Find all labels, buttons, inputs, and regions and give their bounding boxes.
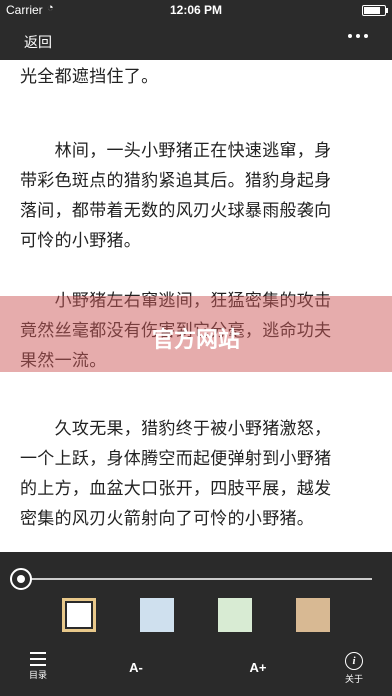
progress-slider[interactable] xyxy=(10,568,372,590)
battery-icon xyxy=(362,5,388,16)
watermark-text: 官方网站 xyxy=(151,328,240,353)
about-button[interactable]: i 关于 xyxy=(324,650,384,685)
paragraph: 多人合树高耸入云，枝繁叶茂，将阳 光全都遮挡住了。 xyxy=(20,67,159,87)
theme-swatch-green[interactable] xyxy=(218,598,252,632)
toc-label: 目录 xyxy=(28,670,47,680)
reader-toolbar: 目录 A- A+ i 关于 xyxy=(0,644,392,696)
font-smaller-label: A- xyxy=(129,660,143,675)
more-horizontal-icon[interactable] xyxy=(348,34,368,38)
about-label: 关于 xyxy=(344,674,363,684)
status-bar: Carrier ◔ 12:06 PM xyxy=(0,0,392,20)
theme-swatch-tan[interactable] xyxy=(296,598,330,632)
paragraph: 林间，一头小野猪正在快速逃窜，身 带彩色斑点的猎豹紧追其后。猎豹身起身 落间，都… xyxy=(20,141,332,251)
info-icon: i xyxy=(345,652,363,670)
back-button[interactable]: 返回 xyxy=(24,32,52,52)
list-icon xyxy=(30,652,46,666)
reader-settings-panel: 目录 A- A+ i 关于 xyxy=(0,552,392,696)
nav-bar: 返回 xyxy=(0,20,392,60)
theme-swatch-blue[interactable] xyxy=(140,598,174,632)
font-larger-button[interactable]: A+ xyxy=(228,650,288,675)
toc-button[interactable]: 目录 xyxy=(8,650,68,681)
font-smaller-button[interactable]: A- xyxy=(106,650,166,675)
theme-swatch-white[interactable] xyxy=(62,598,96,632)
font-larger-label: A+ xyxy=(249,660,267,675)
paragraph: 久攻无果，猎豹终于被小野猪激怒， 一个上跃，身体腾空而起便弹射到小野猪 的上方，… xyxy=(20,419,332,529)
status-time: 12:06 PM xyxy=(169,3,223,17)
watermark-banner: 官方网站 xyxy=(0,296,392,372)
slider-handle[interactable] xyxy=(10,568,32,590)
